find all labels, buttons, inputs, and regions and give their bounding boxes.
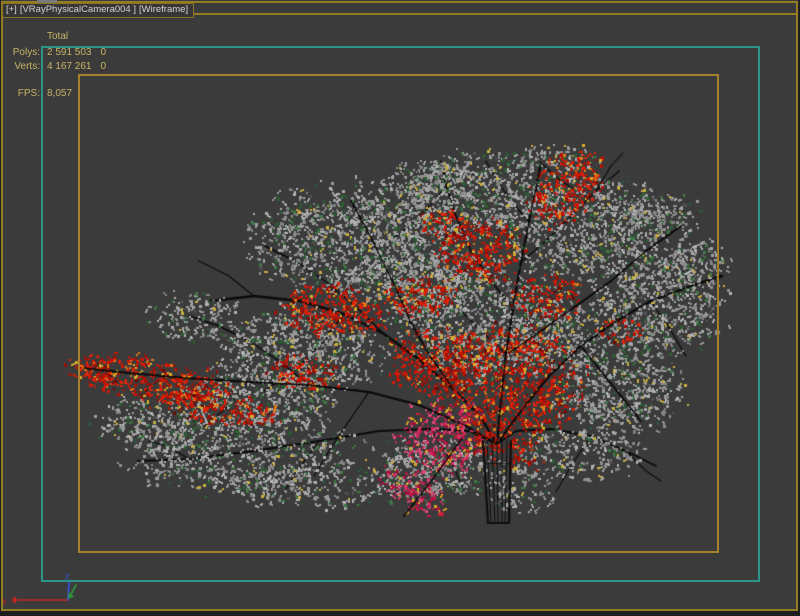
viewport-camera-menu[interactable]: [VRayPhysicalCamera004 ] [20, 4, 136, 16]
stats-column-header: Total [47, 31, 68, 42]
polys-label: Polys: [2, 47, 40, 58]
polys-value: 2 591 503 0 [47, 47, 106, 58]
viewport-menu-button[interactable]: [+] [6, 4, 17, 16]
verts-extra: 0 [101, 61, 107, 72]
viewport: [+] [VRayPhysicalCamera004 ] [Wireframe]… [0, 0, 800, 616]
viewport-shading-menu[interactable]: [Wireframe] [139, 4, 188, 16]
fps-label: FPS: [2, 88, 40, 99]
wireframe-scene-canvas[interactable] [0, 0, 800, 616]
viewport-label: [+] [VRayPhysicalCamera004 ] [Wireframe] [2, 3, 194, 18]
polys-count: 2 591 503 [47, 47, 92, 58]
verts-count: 4 167 261 [47, 61, 92, 72]
verts-value: 4 167 261 0 [47, 61, 106, 72]
polys-extra: 0 [101, 47, 107, 58]
verts-label: Verts: [2, 61, 40, 72]
fps-value: 8,057 [47, 88, 72, 99]
